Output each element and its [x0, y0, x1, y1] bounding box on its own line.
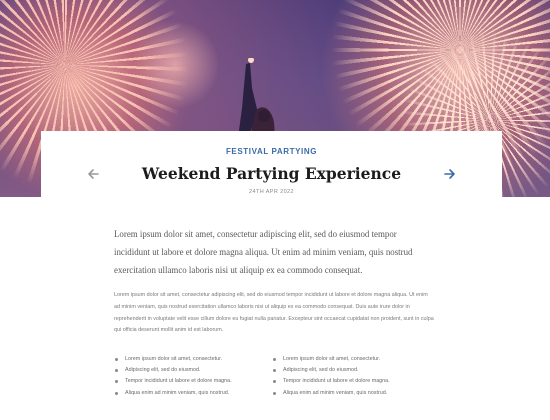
bullet-list-right: Lorem ipsum dolor sit amet, consectetur.… [273, 354, 433, 399]
arrow-right-icon[interactable] [444, 168, 456, 180]
category-label[interactable]: FESTIVAL PARTYING [41, 147, 502, 156]
list-item: Aliqua enim ad minim veniam, quis nostru… [115, 388, 265, 399]
firework-glow [130, 20, 220, 110]
list-item: Tempor incididunt ut labore et dolore ma… [115, 376, 265, 387]
post-date: 24TH APR 2022 [249, 189, 294, 195]
bullet-list-left: Lorem ipsum dolor sit amet, consectetur.… [115, 354, 265, 399]
list-item: Tempor incididunt ut labore et dolore ma… [273, 376, 433, 387]
page-title: Weekend Partying Experience [141, 164, 402, 183]
body-paragraph: Lorem ipsum dolor sit amet, consectetur … [114, 292, 434, 334]
list-item: Lorem ipsum dolor sit amet, consectetur. [273, 354, 433, 365]
lead-paragraph: Lorem ipsum dolor sit amet, consectetur … [114, 229, 413, 275]
list-item: Lorem ipsum dolor sit amet, consectetur. [115, 354, 265, 365]
list-item: Aliqua enim ad minim veniam, quis nostru… [273, 388, 433, 399]
list-item: Adipiscing elit, sed do eiusmod. [115, 365, 265, 376]
list-item: Adipiscing elit, sed do eiusmod. [273, 365, 433, 376]
post-header-card: FESTIVAL PARTYING Weekend Partying Exper… [41, 131, 502, 201]
person-silhouette [238, 58, 275, 138]
